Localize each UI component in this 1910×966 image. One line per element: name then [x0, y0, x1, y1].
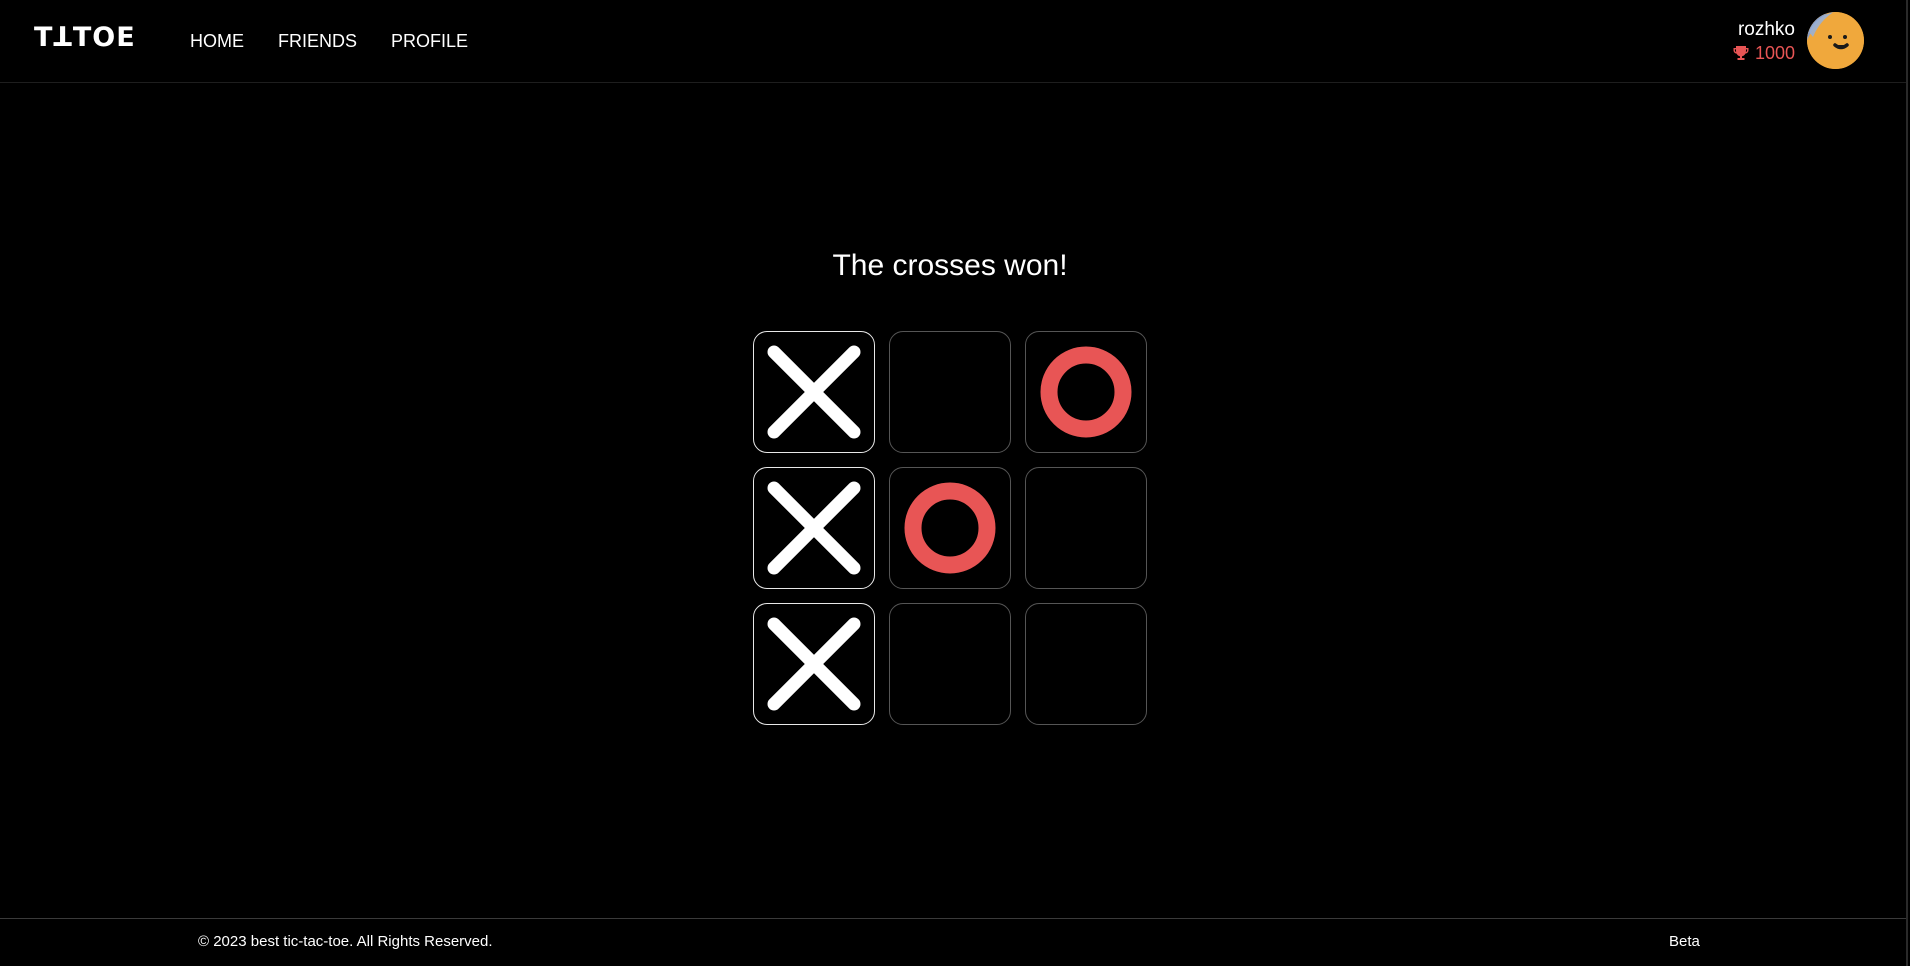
nav-profile[interactable]: PROFILE [391, 30, 468, 52]
board-cell-2-2[interactable] [1025, 603, 1147, 725]
nav-home[interactable]: HOME [190, 30, 244, 52]
board-cell-0-2[interactable] [1025, 331, 1147, 453]
game-status: The crosses won! [832, 249, 1068, 282]
nought-icon [1040, 346, 1132, 438]
user-menu[interactable]: rozhko 1000 [1733, 12, 1864, 69]
board-cell-2-1[interactable] [889, 603, 1011, 725]
smiley-avatar-icon [1807, 12, 1864, 69]
cross-icon [767, 481, 861, 575]
username: rozhko [1737, 18, 1795, 40]
main-nav: HOME FRIENDS PROFILE [190, 30, 468, 52]
avatar[interactable] [1807, 12, 1864, 69]
footer: © 2023 best tic-tac-toe. All Rights Rese… [0, 918, 1906, 966]
nav-friends[interactable]: FRIENDS [278, 30, 357, 52]
version-badge: Beta [1669, 933, 1700, 950]
board-cell-1-0[interactable] [753, 467, 875, 589]
nought-icon [904, 482, 996, 574]
cross-icon [767, 617, 861, 711]
app-page: TꓕTOE HOME FRIENDS PROFILE rozhko 1000 T… [0, 0, 1908, 966]
rating-value: 1000 [1754, 42, 1795, 63]
trophy-icon [1733, 45, 1749, 61]
user-info: rozhko 1000 [1733, 18, 1795, 64]
copyright-text: © 2023 best tic-tac-toe. All Rights Rese… [198, 933, 493, 950]
cross-icon [767, 345, 861, 439]
game-board [753, 331, 1147, 725]
board-cell-1-1[interactable] [889, 467, 1011, 589]
user-rating: 1000 [1733, 42, 1795, 64]
board-cell-2-0[interactable] [753, 603, 875, 725]
board-cell-0-0[interactable] [753, 331, 875, 453]
board-cell-1-2[interactable] [1025, 467, 1147, 589]
logo[interactable]: TꓕTOE [34, 22, 136, 54]
board-cell-0-1[interactable] [889, 331, 1011, 453]
top-bar: TꓕTOE HOME FRIENDS PROFILE rozhko 1000 [0, 0, 1906, 83]
